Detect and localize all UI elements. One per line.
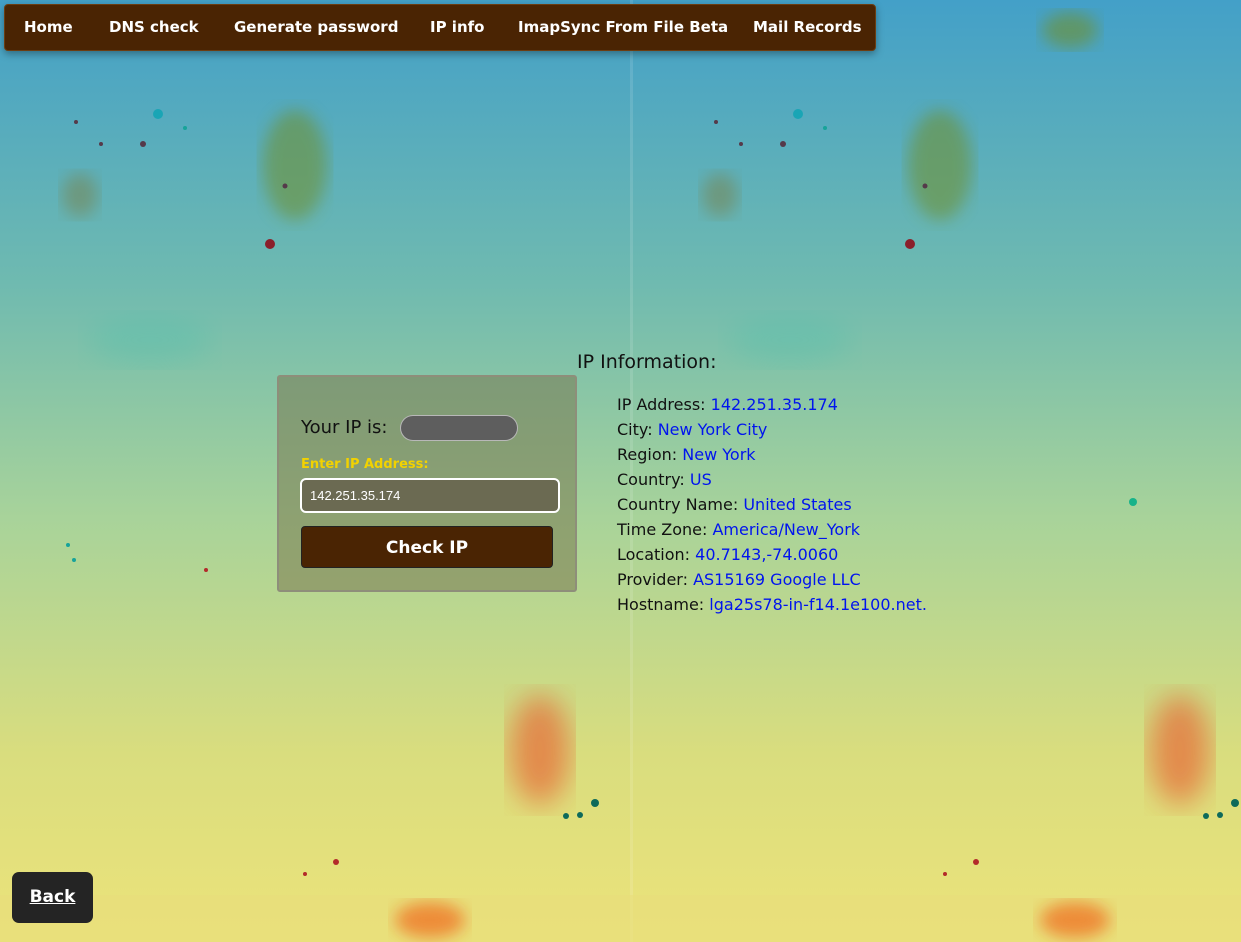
- info-label: Time Zone:: [617, 520, 708, 539]
- info-row-hostname: Hostname: lga25s78-in-f14.1e100.net.: [617, 592, 927, 617]
- info-label: City:: [617, 420, 653, 439]
- info-value-ip-address: 142.251.35.174: [710, 395, 838, 414]
- nav-dns-check[interactable]: DNS check: [109, 5, 199, 50]
- info-value-location: 40.7143,-74.0060: [695, 545, 839, 564]
- ip-info-list: IP Address: 142.251.35.174 City: New Yor…: [617, 392, 927, 617]
- info-row-time-zone: Time Zone: America/New_York: [617, 517, 927, 542]
- nav-imapsync-from-file[interactable]: ImapSync From File Beta: [518, 5, 728, 50]
- info-value-country-name: United States: [743, 495, 852, 514]
- info-value-country: US: [689, 470, 712, 489]
- top-nav: Home DNS check Generate password IP info…: [4, 4, 876, 51]
- redacted-ip-value: [401, 416, 517, 440]
- nav-generate-password[interactable]: Generate password: [234, 5, 398, 50]
- info-label: Location:: [617, 545, 691, 564]
- info-row-country: Country: US: [617, 467, 927, 492]
- nav-ip-info[interactable]: IP info: [430, 5, 484, 50]
- info-row-ip-address: IP Address: 142.251.35.174: [617, 392, 927, 417]
- ip-input-label: Enter IP Address:: [301, 457, 429, 472]
- info-label: Provider:: [617, 570, 688, 589]
- info-value-hostname: lga25s78-in-f14.1e100.net.: [709, 595, 927, 614]
- info-value-provider: AS15169 Google LLC: [693, 570, 861, 589]
- info-label: Region:: [617, 445, 678, 464]
- info-value-region: New York: [682, 445, 756, 464]
- ip-info-title: IP Information:: [577, 351, 717, 373]
- info-row-region: Region: New York: [617, 442, 927, 467]
- info-label: Hostname:: [617, 595, 705, 614]
- back-button[interactable]: Back: [12, 872, 93, 923]
- info-row-location: Location: 40.7143,-74.0060: [617, 542, 927, 567]
- ip-address-input[interactable]: [300, 478, 560, 513]
- info-row-city: City: New York City: [617, 417, 927, 442]
- check-ip-button[interactable]: Check IP: [301, 526, 553, 568]
- nav-home[interactable]: Home: [24, 5, 73, 50]
- info-label: Country:: [617, 470, 685, 489]
- info-row-country-name: Country Name: United States: [617, 492, 927, 517]
- your-ip-label: Your IP is:: [301, 417, 388, 438]
- info-value-city: New York City: [657, 420, 768, 439]
- info-row-provider: Provider: AS15169 Google LLC: [617, 567, 927, 592]
- info-label: Country Name:: [617, 495, 739, 514]
- nav-mail-records[interactable]: Mail Records: [753, 5, 862, 50]
- info-label: IP Address:: [617, 395, 706, 414]
- info-value-time-zone: America/New_York: [712, 520, 861, 539]
- ip-check-card: Your IP is: Enter IP Address: Check IP: [277, 375, 577, 592]
